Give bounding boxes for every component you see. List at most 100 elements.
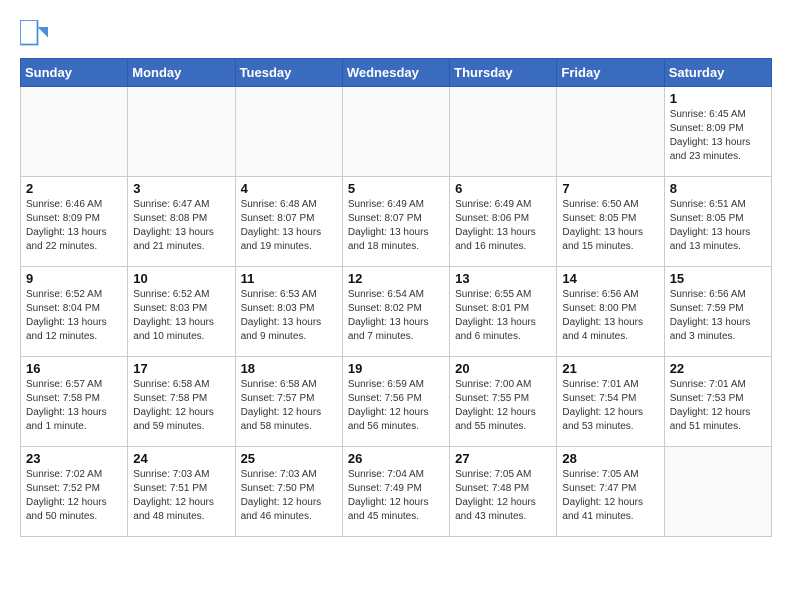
day-info: Sunrise: 6:56 AM Sunset: 8:00 PM Dayligh… <box>562 288 658 344</box>
day-info: Sunrise: 6:57 AM Sunset: 7:58 PM Dayligh… <box>26 378 122 434</box>
day-info: Sunrise: 6:54 AM Sunset: 8:02 PM Dayligh… <box>348 288 444 344</box>
calendar-cell: 15 Sunrise: 6:56 AM Sunset: 7:59 PM Dayli… <box>664 267 771 357</box>
day-info: Sunrise: 7:01 AM Sunset: 7:53 PM Dayligh… <box>670 378 766 434</box>
day-info: Sunrise: 6:59 AM Sunset: 7:56 PM Dayligh… <box>348 378 444 434</box>
day-info: Sunrise: 7:05 AM Sunset: 7:47 PM Dayligh… <box>562 468 658 524</box>
calendar-cell <box>450 87 557 177</box>
day-number: 1 <box>670 91 766 106</box>
day-info: Sunrise: 6:53 AM Sunset: 8:03 PM Dayligh… <box>241 288 337 344</box>
calendar-cell <box>342 87 449 177</box>
day-info: Sunrise: 7:02 AM Sunset: 7:52 PM Dayligh… <box>26 468 122 524</box>
day-info: Sunrise: 6:58 AM Sunset: 7:57 PM Dayligh… <box>241 378 337 434</box>
calendar-cell <box>664 447 771 537</box>
logo <box>20 20 52 48</box>
calendar-week-row: 9 Sunrise: 6:52 AM Sunset: 8:04 PM Daylig… <box>21 267 772 357</box>
calendar-cell: 23 Sunrise: 7:02 AM Sunset: 7:52 PM Dayli… <box>21 447 128 537</box>
day-number: 3 <box>133 181 229 196</box>
day-number: 27 <box>455 451 551 466</box>
calendar-cell: 6 Sunrise: 6:49 AM Sunset: 8:06 PM Daylig… <box>450 177 557 267</box>
calendar-cell: 26 Sunrise: 7:04 AM Sunset: 7:49 PM Dayli… <box>342 447 449 537</box>
calendar-cell: 14 Sunrise: 6:56 AM Sunset: 8:00 PM Dayli… <box>557 267 664 357</box>
day-number: 13 <box>455 271 551 286</box>
day-info: Sunrise: 7:00 AM Sunset: 7:55 PM Dayligh… <box>455 378 551 434</box>
day-info: Sunrise: 6:47 AM Sunset: 8:08 PM Dayligh… <box>133 198 229 254</box>
calendar-cell: 27 Sunrise: 7:05 AM Sunset: 7:48 PM Dayli… <box>450 447 557 537</box>
calendar-cell: 9 Sunrise: 6:52 AM Sunset: 8:04 PM Daylig… <box>21 267 128 357</box>
calendar-cell: 19 Sunrise: 6:59 AM Sunset: 7:56 PM Dayli… <box>342 357 449 447</box>
day-number: 25 <box>241 451 337 466</box>
day-number: 2 <box>26 181 122 196</box>
day-number: 18 <box>241 361 337 376</box>
calendar-cell <box>557 87 664 177</box>
day-info: Sunrise: 7:05 AM Sunset: 7:48 PM Dayligh… <box>455 468 551 524</box>
calendar-cell: 10 Sunrise: 6:52 AM Sunset: 8:03 PM Dayli… <box>128 267 235 357</box>
calendar-header-sunday: Sunday <box>21 59 128 87</box>
calendar-cell <box>21 87 128 177</box>
day-number: 10 <box>133 271 229 286</box>
day-number: 20 <box>455 361 551 376</box>
calendar-header-friday: Friday <box>557 59 664 87</box>
day-info: Sunrise: 6:52 AM Sunset: 8:03 PM Dayligh… <box>133 288 229 344</box>
day-info: Sunrise: 7:04 AM Sunset: 7:49 PM Dayligh… <box>348 468 444 524</box>
day-number: 28 <box>562 451 658 466</box>
day-info: Sunrise: 6:49 AM Sunset: 8:07 PM Dayligh… <box>348 198 444 254</box>
calendar-cell <box>235 87 342 177</box>
calendar-cell: 20 Sunrise: 7:00 AM Sunset: 7:55 PM Dayli… <box>450 357 557 447</box>
day-info: Sunrise: 7:01 AM Sunset: 7:54 PM Dayligh… <box>562 378 658 434</box>
calendar-cell: 22 Sunrise: 7:01 AM Sunset: 7:53 PM Dayli… <box>664 357 771 447</box>
day-number: 11 <box>241 271 337 286</box>
day-number: 22 <box>670 361 766 376</box>
day-number: 16 <box>26 361 122 376</box>
calendar-week-row: 2 Sunrise: 6:46 AM Sunset: 8:09 PM Daylig… <box>21 177 772 267</box>
calendar-header-tuesday: Tuesday <box>235 59 342 87</box>
day-info: Sunrise: 6:51 AM Sunset: 8:05 PM Dayligh… <box>670 198 766 254</box>
calendar-cell: 8 Sunrise: 6:51 AM Sunset: 8:05 PM Daylig… <box>664 177 771 267</box>
day-number: 7 <box>562 181 658 196</box>
calendar-cell: 11 Sunrise: 6:53 AM Sunset: 8:03 PM Dayli… <box>235 267 342 357</box>
day-info: Sunrise: 6:45 AM Sunset: 8:09 PM Dayligh… <box>670 108 766 164</box>
calendar-cell: 2 Sunrise: 6:46 AM Sunset: 8:09 PM Daylig… <box>21 177 128 267</box>
day-number: 9 <box>26 271 122 286</box>
calendar-cell: 16 Sunrise: 6:57 AM Sunset: 7:58 PM Dayli… <box>21 357 128 447</box>
day-info: Sunrise: 7:03 AM Sunset: 7:50 PM Dayligh… <box>241 468 337 524</box>
calendar-cell: 7Sunrise: 6:50 AM Sunset: 8:05 PM Daylig… <box>557 177 664 267</box>
calendar-cell: 17 Sunrise: 6:58 AM Sunset: 7:58 PM Dayli… <box>128 357 235 447</box>
day-number: 26 <box>348 451 444 466</box>
calendar-cell: 3 Sunrise: 6:47 AM Sunset: 8:08 PM Daylig… <box>128 177 235 267</box>
calendar-week-row: 16 Sunrise: 6:57 AM Sunset: 7:58 PM Dayli… <box>21 357 772 447</box>
day-number: 4 <box>241 181 337 196</box>
day-number: 8 <box>670 181 766 196</box>
day-info: Sunrise: 6:49 AM Sunset: 8:06 PM Dayligh… <box>455 198 551 254</box>
day-number: 6 <box>455 181 551 196</box>
calendar-cell: 12 Sunrise: 6:54 AM Sunset: 8:02 PM Dayli… <box>342 267 449 357</box>
day-number: 23 <box>26 451 122 466</box>
calendar-week-row: 23 Sunrise: 7:02 AM Sunset: 7:52 PM Dayli… <box>21 447 772 537</box>
day-number: 14 <box>562 271 658 286</box>
calendar-week-row: 1 Sunrise: 6:45 AM Sunset: 8:09 PM Daylig… <box>21 87 772 177</box>
day-number: 12 <box>348 271 444 286</box>
logo-icon <box>20 20 48 48</box>
day-info: Sunrise: 6:56 AM Sunset: 7:59 PM Dayligh… <box>670 288 766 344</box>
calendar-table: SundayMondayTuesdayWednesdayThursdayFrid… <box>20 58 772 537</box>
calendar-cell: 4 Sunrise: 6:48 AM Sunset: 8:07 PM Daylig… <box>235 177 342 267</box>
calendar-header-row: SundayMondayTuesdayWednesdayThursdayFrid… <box>21 59 772 87</box>
day-info: Sunrise: 6:58 AM Sunset: 7:58 PM Dayligh… <box>133 378 229 434</box>
day-number: 19 <box>348 361 444 376</box>
day-info: Sunrise: 6:46 AM Sunset: 8:09 PM Dayligh… <box>26 198 122 254</box>
calendar-header-wednesday: Wednesday <box>342 59 449 87</box>
calendar-cell: 25 Sunrise: 7:03 AM Sunset: 7:50 PM Dayli… <box>235 447 342 537</box>
calendar-header-saturday: Saturday <box>664 59 771 87</box>
day-number: 24 <box>133 451 229 466</box>
day-info: Sunrise: 6:52 AM Sunset: 8:04 PM Dayligh… <box>26 288 122 344</box>
calendar-header-monday: Monday <box>128 59 235 87</box>
day-info: Sunrise: 6:48 AM Sunset: 8:07 PM Dayligh… <box>241 198 337 254</box>
day-number: 21 <box>562 361 658 376</box>
calendar-cell <box>128 87 235 177</box>
calendar-cell: 24 Sunrise: 7:03 AM Sunset: 7:51 PM Dayli… <box>128 447 235 537</box>
day-number: 17 <box>133 361 229 376</box>
calendar-cell: 13 Sunrise: 6:55 AM Sunset: 8:01 PM Dayli… <box>450 267 557 357</box>
day-info: Sunrise: 7:03 AM Sunset: 7:51 PM Dayligh… <box>133 468 229 524</box>
day-info: Sunrise: 6:55 AM Sunset: 8:01 PM Dayligh… <box>455 288 551 344</box>
day-number: 15 <box>670 271 766 286</box>
calendar-cell: 21 Sunrise: 7:01 AM Sunset: 7:54 PM Dayli… <box>557 357 664 447</box>
